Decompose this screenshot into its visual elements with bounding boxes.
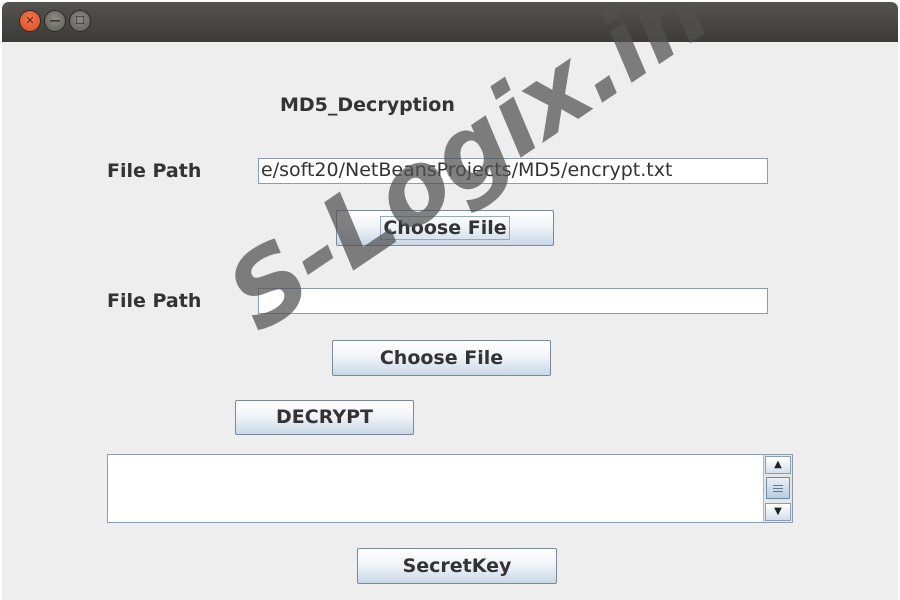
scroll-down-icon[interactable]: ▼ — [765, 503, 791, 521]
file-path-input-1[interactable]: e/soft20/NetBeansProjects/MD5/encrypt.tx… — [258, 158, 768, 184]
file-path-label-1: File Path — [107, 160, 202, 182]
scroll-up-icon[interactable]: ▲ — [765, 456, 791, 474]
minimize-icon[interactable]: — — [44, 10, 66, 32]
secret-key-button[interactable]: SecretKey — [357, 548, 557, 584]
close-icon[interactable]: ✕ — [19, 10, 41, 32]
app-window: ✕ — ☐ MD5_Decryption File Path e/soft20/… — [2, 2, 898, 600]
output-text-area[interactable]: ▲ ▼ — [107, 454, 793, 523]
choose-file-button-1[interactable]: Choose File — [336, 210, 554, 246]
choose-file-button-2[interactable]: Choose File — [332, 340, 551, 376]
file-path-value-1: e/soft20/NetBeansProjects/MD5/encrypt.tx… — [261, 159, 673, 181]
scroll-thumb[interactable] — [766, 477, 790, 499]
file-path-input-2[interactable] — [258, 288, 768, 314]
choose-file-label-1: Choose File — [380, 216, 510, 240]
maximize-icon[interactable]: ☐ — [69, 10, 91, 32]
decrypt-button[interactable]: DECRYPT — [235, 400, 414, 435]
page-title: MD5_Decryption — [280, 94, 455, 116]
vertical-scrollbar[interactable]: ▲ ▼ — [763, 455, 792, 522]
title-bar[interactable]: ✕ — ☐ — [2, 2, 898, 42]
file-path-label-2: File Path — [107, 290, 202, 312]
